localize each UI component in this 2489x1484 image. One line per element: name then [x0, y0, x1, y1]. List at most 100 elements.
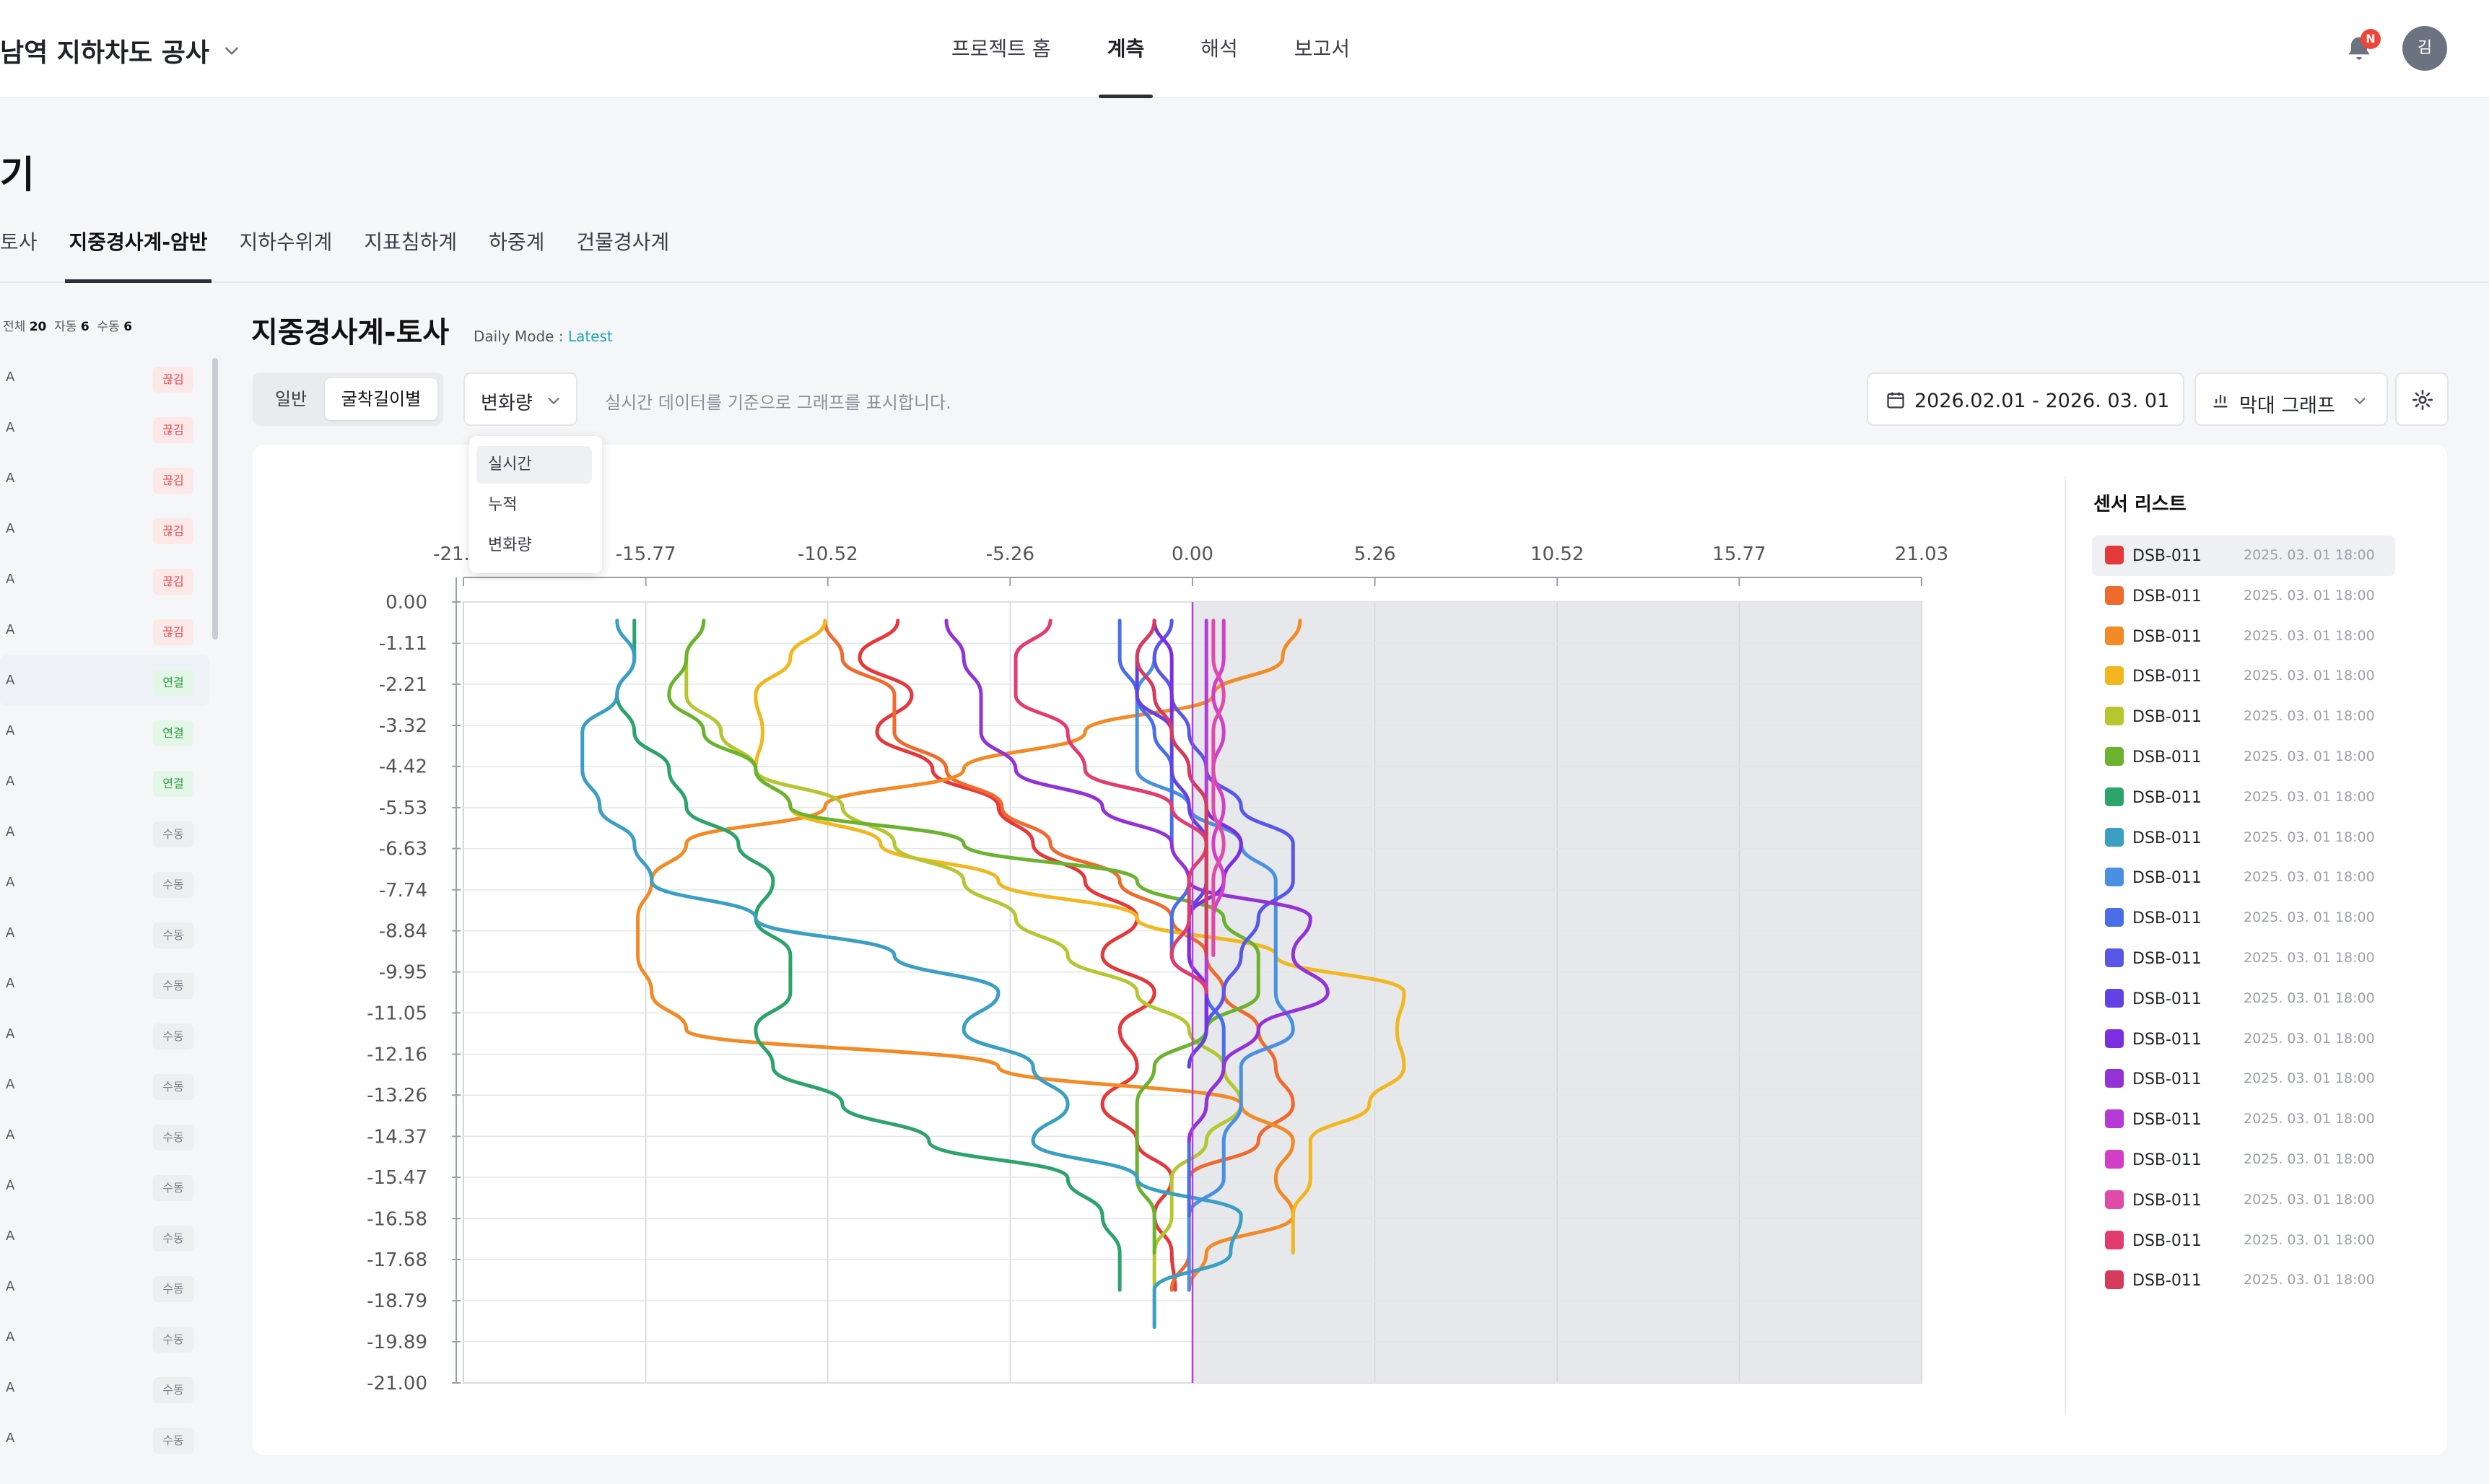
- metric-option-change[interactable]: 변화량: [476, 527, 592, 564]
- x-tick-label: -5.26: [986, 544, 1034, 565]
- sensor-timestamp: 2025. 03. 01 18:00: [2244, 949, 2375, 966]
- sensor-name: DSB-011: [2132, 587, 2202, 606]
- bar-chart-icon: [2213, 395, 2228, 408]
- x-tick-label: 15.77: [1712, 544, 1766, 565]
- sensor-timestamp: 2025. 03. 01 18:00: [2244, 627, 2375, 644]
- y-tick-label: -14.37: [367, 1126, 427, 1148]
- chart-type-value: 막대 그래프: [2239, 395, 2335, 417]
- sensor-list-item[interactable]: DSB-011 2025. 03. 01 18:00: [2092, 576, 2395, 616]
- sensor-list-item[interactable]: DSB-011 2025. 03. 01 18:00: [2092, 857, 2395, 898]
- gear-icon: [2412, 390, 2433, 410]
- sensor-list-item[interactable]: DSB-011 2025. 03. 01 18:00: [2092, 656, 2395, 697]
- sensor-list-item[interactable]: DSB-011 2025. 03. 01 18:00: [2092, 1140, 2395, 1180]
- y-tick-label: -18.79: [367, 1291, 427, 1312]
- sensor-color-swatch: [2105, 948, 2124, 967]
- sensor-list-item[interactable]: DSB-011 2025. 03. 01 18:00: [2092, 1221, 2395, 1261]
- sensor-timestamp: 2025. 03. 01 18:00: [2244, 1231, 2375, 1248]
- sensor-name: DSB-011: [2132, 708, 2202, 727]
- y-tick-label: -5.53: [379, 798, 427, 819]
- sensor-list-item[interactable]: DSB-011 2025. 03. 01 18:00: [2092, 697, 2395, 737]
- sensor-list-item[interactable]: DSB-011 2025. 03. 01 18:00: [2092, 818, 2395, 858]
- x-tick-label: 0.00: [1172, 544, 1213, 565]
- sensor-list-item[interactable]: DSB-011 2025. 03. 01 18:00: [2092, 1260, 2395, 1301]
- sensor-name: DSB-011: [2132, 1191, 2202, 1210]
- y-tick-label: -8.84: [379, 920, 427, 942]
- sensor-list-item[interactable]: DSB-011 2025. 03. 01 18:00: [2092, 737, 2395, 777]
- x-tick-label: 21.03: [1895, 544, 1948, 565]
- chevron-down-icon: [2354, 398, 2366, 405]
- sensor-timestamp: 2025. 03. 01 18:00: [2244, 1151, 2375, 1167]
- sensor-list-item[interactable]: DSB-011 2025. 03. 01 18:00: [2092, 979, 2395, 1019]
- sensor-timestamp: 2025. 03. 01 18:00: [2244, 1111, 2375, 1127]
- sensor-name: DSB-011: [2132, 668, 2202, 686]
- sensor-list-item[interactable]: DSB-011 2025. 03. 01 18:00: [2092, 1019, 2395, 1060]
- y-tick-label: -7.74: [379, 880, 427, 902]
- sensor-name: DSB-011: [2132, 829, 2202, 847]
- x-tick-label: -15.77: [616, 544, 676, 565]
- y-tick-label: -9.95: [379, 962, 427, 984]
- notification-badge: N: [2361, 29, 2381, 49]
- sensor-list-item[interactable]: DSB-011 2025. 03. 01 18:00: [2092, 938, 2395, 979]
- x-tick-label: 5.26: [1354, 544, 1396, 565]
- sensor-name: DSB-011: [2132, 1070, 2202, 1089]
- sensor-list-item[interactable]: DSB-011 2025. 03. 01 18:00: [2092, 1099, 2395, 1140]
- metric-option-realtime[interactable]: 실시간: [476, 446, 592, 484]
- sensor-timestamp: 2025. 03. 01 18:00: [2244, 1191, 2375, 1208]
- sensor-color-swatch: [2105, 1230, 2124, 1249]
- sensor-name: DSB-011: [2132, 627, 2202, 646]
- sensor-list-item[interactable]: DSB-011 2025. 03. 01 18:00: [2092, 777, 2395, 818]
- chart-type-select[interactable]: 막대 그래프: [2194, 372, 2388, 426]
- sensor-list-item[interactable]: DSB-011 2025. 03. 01 18:00: [2092, 1180, 2395, 1221]
- metric-dropdown-menu: 실시간 누적 변화량: [469, 436, 602, 573]
- sensor-name: DSB-011: [2132, 1272, 2202, 1291]
- sensor-color-swatch: [2105, 988, 2124, 1008]
- sensor-list-item[interactable]: DSB-011 2025. 03. 01 18:00: [2092, 898, 2395, 938]
- y-tick-label: -2.21: [379, 674, 427, 696]
- sensor-color-swatch: [2105, 666, 2124, 686]
- sensor-timestamp: 2025. 03. 01 18:00: [2244, 708, 2375, 725]
- sensor-timestamp: 2025. 03. 01 18:00: [2244, 788, 2375, 805]
- y-tick-label: -11.05: [367, 1003, 427, 1024]
- metric-option-cumulative[interactable]: 누적: [476, 486, 592, 524]
- y-tick-label: -15.47: [367, 1167, 427, 1189]
- sensor-color-swatch: [2105, 1190, 2124, 1209]
- y-tick-label: -1.11: [379, 633, 427, 655]
- sensor-name: DSB-011: [2132, 788, 2202, 807]
- sensor-list: DSB-011 2025. 03. 01 18:00 DSB-011 2025. 03…: [2092, 536, 2395, 1301]
- sensor-color-swatch: [2105, 546, 2124, 564]
- sensor-list-item[interactable]: DSB-011 2025. 03. 01 18:00: [2092, 536, 2395, 576]
- y-tick-label: -6.63: [379, 839, 427, 860]
- sensor-name: DSB-011: [2132, 869, 2202, 888]
- sensor-list-item[interactable]: DSB-011 2025. 03. 01 18:00: [2092, 616, 2395, 657]
- sensor-timestamp: 2025. 03. 01 18:00: [2244, 909, 2375, 926]
- y-tick-label: -21.00: [367, 1373, 427, 1394]
- y-tick-label: -4.42: [379, 756, 427, 778]
- sensor-timestamp: 2025. 03. 01 18:00: [2244, 668, 2375, 684]
- y-tick-label: -3.32: [379, 715, 427, 737]
- y-tick-label: -16.58: [367, 1208, 427, 1230]
- sensor-color-swatch: [2105, 707, 2124, 726]
- sensor-timestamp: 2025. 03. 01 18:00: [2244, 748, 2375, 764]
- sensor-color-swatch: [2105, 1029, 2124, 1048]
- sensor-name: DSB-011: [2132, 949, 2202, 968]
- y-tick-label: -17.68: [367, 1249, 427, 1271]
- sensor-color-swatch: [2105, 1109, 2124, 1129]
- sensor-timestamp: 2025. 03. 01 18:00: [2244, 547, 2375, 563]
- sensor-timestamp: 2025. 03. 01 18:00: [2244, 1030, 2375, 1047]
- sensor-timestamp: 2025. 03. 01 18:00: [2244, 990, 2375, 1006]
- y-tick-label: 0.00: [385, 592, 427, 614]
- sensor-color-swatch: [2105, 1270, 2124, 1290]
- avatar[interactable]: 김: [2402, 26, 2447, 71]
- y-tick-label: -19.89: [367, 1332, 427, 1353]
- sensor-name: DSB-011: [2132, 909, 2202, 928]
- inclinometer-chart: -21.03 -15.77 -10.52 -5.26 0.00 5.26 10.52 15.7…: [367, 544, 1948, 1394]
- sensor-name: DSB-011: [2132, 1151, 2202, 1169]
- sensor-name: DSB-011: [2132, 990, 2202, 1008]
- sensor-name: DSB-011: [2132, 748, 2202, 767]
- sensor-list-item[interactable]: DSB-011 2025. 03. 01 18:00: [2092, 1059, 2395, 1099]
- sensor-color-swatch: [2105, 746, 2124, 766]
- y-tick-label: -13.26: [367, 1085, 427, 1107]
- chart-settings-button[interactable]: [2395, 372, 2449, 426]
- x-tick-label: -10.52: [798, 544, 858, 565]
- sensor-name: DSB-011: [2132, 1111, 2202, 1130]
